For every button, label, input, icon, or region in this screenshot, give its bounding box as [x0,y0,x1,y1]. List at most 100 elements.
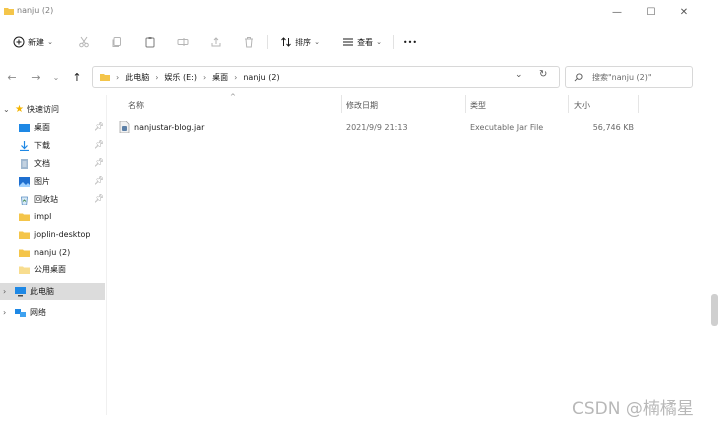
breadcrumb-separator: › [202,72,207,82]
sidebar-item-label: nanju (2) [34,248,71,257]
copy-button[interactable] [108,32,126,52]
delete-button[interactable] [240,32,258,52]
sidebar-item-public-desktop[interactable]: 公用桌面 [0,261,105,278]
rename-icon [177,38,189,46]
column-divider[interactable] [638,95,639,113]
pin-icon: 📌︎ [94,122,105,131]
sort-icon [281,37,291,47]
paste-button[interactable] [141,32,159,52]
breadcrumb-current-folder[interactable]: nanju (2) [243,73,279,82]
sidebar-this-pc[interactable]: › 此电脑 [0,283,105,300]
column-header-type[interactable]: 类型 [470,100,486,111]
sidebar-item-label: 图片 [34,177,50,186]
close-button[interactable]: ✕ [673,4,695,20]
sidebar-item-label: 下载 [34,141,50,150]
sidebar-item-label: 回收站 [34,195,58,204]
column-header-name[interactable]: 名称 [128,100,144,111]
column-divider[interactable] [568,95,569,113]
more-options-button[interactable]: ••• [400,32,420,52]
share-icon [211,37,221,47]
folder-icon [4,8,14,15]
column-divider[interactable] [465,95,466,113]
breadcrumb-this-pc[interactable]: 此电脑 [125,72,149,83]
pane-divider[interactable] [106,95,107,415]
pin-icon: 📌︎ [94,194,105,203]
recent-locations-button[interactable]: ⌄ [48,69,64,85]
plus-circle-icon [13,36,25,48]
sidebar-item-desktop[interactable]: 桌面 📌︎ [0,119,105,136]
sidebar-item-joplin-desktop[interactable]: joplin-desktop [0,226,105,243]
sidebar-item-label: impl [34,212,52,221]
sidebar-this-pc-label: 此电脑 [30,287,54,296]
document-icon [21,158,28,169]
sidebar-item-label: joplin-desktop [34,230,91,239]
sidebar-network-label: 网络 [30,308,46,317]
folder-icon [19,249,30,257]
maximize-button[interactable]: ☐ [640,4,662,20]
search-icon [574,72,583,81]
watermark: CSDN @楠橘星 [572,399,694,419]
new-label: 新建 [28,37,45,47]
pin-icon: 📌︎ [94,176,105,185]
address-bar[interactable]: › 此电脑 › 娱乐 (E:) › 桌面 › nanju (2) [92,66,560,88]
up-button[interactable]: ↑ [69,69,85,85]
folder-icon [100,74,110,81]
breadcrumb-separator: › [234,72,238,82]
sidebar-item-downloads[interactable]: 下载 📌︎ [0,137,105,154]
chevron-right-icon: › [3,308,7,317]
cut-button[interactable] [75,32,93,52]
minimize-button[interactable]: — [606,4,628,20]
star-icon: ★ [15,104,24,115]
column-header-size[interactable]: 大小 [574,100,590,111]
window-title: nanju (2) [17,6,54,15]
chevron-down-icon: ⌄ [314,38,320,46]
toolbar-divider [393,35,394,49]
sidebar-item-recycle-bin[interactable]: 回收站 📌︎ [0,191,105,208]
address-history-chevron-icon[interactable]: ⌄ [515,70,523,80]
sidebar-item-impl[interactable]: impl [0,208,105,225]
search-placeholder: 搜索"nanju (2)" [592,72,652,82]
computer-icon [15,286,26,296]
breadcrumb-desktop[interactable]: 桌面 [212,72,228,83]
folder-icon [19,231,30,239]
sidebar-item-documents[interactable]: 文档 📌︎ [0,155,105,172]
column-header-modified[interactable]: 修改日期 [346,100,378,111]
sidebar-quick-access-label: 快速访问 [26,105,59,114]
file-size: 56,746 KB [592,123,634,132]
sort-label: 排序 [295,37,312,47]
view-label: 查看 [357,37,374,47]
desktop-icon [19,123,30,132]
sidebar-quick-access[interactable]: ⌄ ★ 快速访问 [0,101,105,118]
share-button[interactable] [207,32,225,52]
copy-icon [112,37,121,47]
sidebar-item-pictures[interactable]: 图片 📌︎ [0,173,105,190]
rename-button[interactable] [174,32,192,52]
chevron-down-icon: ⌄ [47,38,53,46]
column-divider[interactable] [341,95,342,113]
breadcrumb-separator: › [116,72,120,82]
folder-icon [19,266,30,274]
sort-button[interactable]: 排序 ⌄ [275,32,325,52]
recycle-bin-icon [21,196,28,205]
refresh-icon[interactable]: ↻ [539,69,547,80]
file-name[interactable]: nanjustar-blog.jar [134,123,204,132]
back-button[interactable]: ← [4,69,20,85]
toolbar-divider [267,35,268,49]
paste-icon [145,37,155,48]
file-modified: 2021/9/9 21:13 [346,123,408,132]
scrollbar-thumb[interactable] [711,294,718,326]
picture-icon [19,176,30,187]
new-button[interactable]: 新建 ⌄ [8,32,58,52]
sidebar-item-nanju-2[interactable]: nanju (2) [0,244,105,261]
breadcrumb-separator: › [155,72,159,82]
search-box[interactable]: 搜索"nanju (2)" [565,66,693,88]
breadcrumb-drive[interactable]: 娱乐 (E:) [164,72,197,83]
chevron-right-icon: › [3,287,7,296]
forward-button[interactable]: → [28,69,44,85]
sidebar-item-label: 公用桌面 [34,265,66,274]
view-button[interactable]: 查看 ⌄ [336,32,388,52]
chevron-down-icon: ⌄ [376,38,382,46]
sidebar-network[interactable]: › 网络 [0,304,105,321]
sidebar-item-label: 桌面 [34,123,50,132]
sidebar-item-label: 文档 [34,159,50,168]
